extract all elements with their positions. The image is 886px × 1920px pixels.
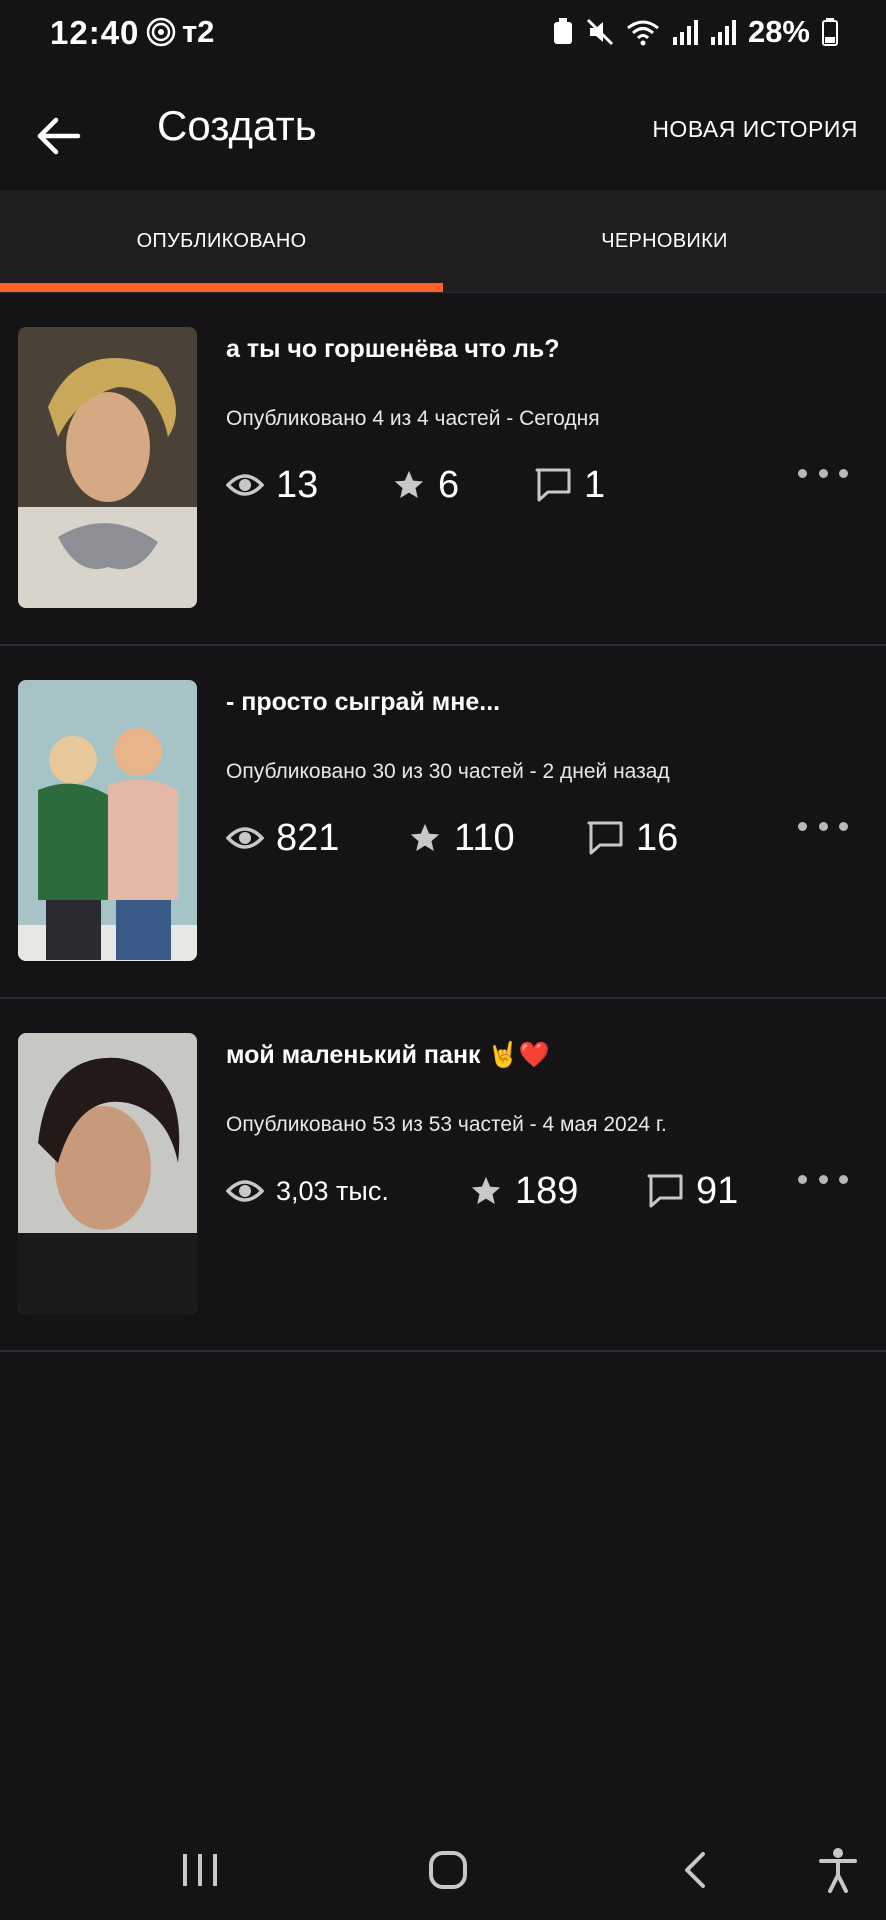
cover-image — [18, 680, 197, 961]
home-button[interactable] — [408, 1840, 488, 1900]
carrier-group: т2 — [146, 14, 214, 50]
comment-icon — [587, 821, 623, 855]
votes-count: 189 — [515, 1169, 579, 1212]
views-count: 3,03 тыс. — [276, 1175, 389, 1206]
new-story-button[interactable]: НОВАЯ ИСТОРИЯ — [652, 116, 858, 143]
back-nav-button[interactable] — [656, 1840, 736, 1900]
comment-icon — [647, 1174, 683, 1208]
status-bar: 12:40 т2 28% — [0, 0, 886, 70]
story-title[interactable]: а ты чо горшенёва что ль? — [226, 335, 560, 364]
comments-stat: 16 — [586, 808, 678, 868]
eye-icon — [226, 474, 264, 496]
mute-icon — [586, 18, 614, 46]
fingerprint-icon — [146, 17, 176, 47]
comments-count: 16 — [636, 816, 679, 859]
accessibility-button[interactable] — [798, 1840, 878, 1900]
story-cover[interactable] — [18, 327, 197, 608]
back-button[interactable] — [30, 106, 90, 166]
system-nav-bar — [0, 1820, 886, 1920]
votes-count: 110 — [454, 816, 515, 859]
story-stats: 3,03 тыс. 189 91 — [226, 1161, 806, 1221]
status-time: 12:40 — [50, 14, 140, 51]
cover-image — [18, 1033, 197, 1314]
more-dots-icon[interactable] — [798, 811, 848, 841]
cover-image — [18, 327, 197, 608]
arrow-back-icon — [37, 117, 81, 155]
views-stat: 3,03 тыс. — [226, 1161, 389, 1221]
tab-published[interactable]: ОПУБЛИКОВАНО — [0, 190, 443, 292]
comments-stat: 91 — [646, 1161, 738, 1221]
battery-icon — [822, 18, 838, 46]
votes-stat: 6 — [392, 455, 459, 515]
status-icons: 28% — [552, 14, 838, 50]
app-bar: Создать НОВАЯ ИСТОРИЯ — [0, 70, 886, 190]
page-title: Создать — [157, 102, 317, 149]
battery-saver-icon — [553, 18, 572, 44]
signal-icon-2 — [710, 20, 736, 45]
votes-count: 6 — [438, 463, 460, 506]
views-count: 13 — [276, 463, 319, 506]
story-meta: Опубликовано 4 из 4 частей - Сегодня — [226, 407, 600, 430]
comments-count: 1 — [584, 463, 606, 506]
more-dots-icon[interactable] — [798, 1164, 848, 1194]
tab-bar: ОПУБЛИКОВАНО ЧЕРНОВИКИ — [0, 190, 886, 292]
star-icon — [471, 1176, 501, 1205]
more-dots-icon[interactable] — [798, 458, 848, 488]
star-icon — [394, 470, 424, 499]
recent-apps-icon — [183, 1854, 217, 1886]
tab-drafts[interactable]: ЧЕРНОВИКИ — [443, 190, 886, 292]
story-cover[interactable] — [18, 1033, 197, 1314]
story-list: а ты чо горшенёва что ль? Опубликовано 4… — [0, 293, 886, 1352]
story-item[interactable]: - просто сыграй мне... Опубликовано 30 и… — [0, 646, 886, 999]
votes-stat: 110 — [408, 808, 515, 868]
accessibility-icon — [819, 1848, 857, 1893]
comment-icon — [535, 468, 571, 502]
story-stats: 821 110 16 — [226, 808, 806, 868]
wifi-icon — [627, 20, 659, 46]
home-icon — [429, 1851, 467, 1889]
story-meta: Опубликовано 53 из 53 частей - 4 мая 202… — [226, 1113, 667, 1136]
carrier-name: т2 — [182, 14, 215, 49]
active-tab-indicator — [0, 283, 443, 292]
views-count: 821 — [276, 816, 340, 859]
story-meta: Опубликовано 30 из 30 частей - 2 дней на… — [226, 760, 670, 783]
signal-icon — [672, 20, 698, 45]
chevron-left-icon — [685, 1852, 705, 1888]
story-title[interactable]: - просто сыграй мне... — [226, 688, 500, 717]
story-title[interactable]: мой маленький панк 🤘❤️ — [226, 1041, 550, 1070]
eye-icon — [226, 1180, 264, 1202]
story-cover[interactable] — [18, 680, 197, 961]
comments-stat: 1 — [534, 455, 605, 515]
views-stat: 821 — [226, 808, 339, 868]
story-item[interactable]: мой маленький панк 🤘❤️ Опубликовано 53 и… — [0, 999, 886, 1352]
story-item[interactable]: а ты чо горшенёва что ль? Опубликовано 4… — [0, 293, 886, 646]
battery-percent: 28% — [747, 14, 810, 49]
votes-stat: 189 — [469, 1161, 578, 1221]
star-icon — [410, 823, 440, 852]
views-stat: 13 — [226, 455, 318, 515]
comments-count: 91 — [696, 1169, 739, 1212]
story-stats: 13 6 1 — [226, 455, 806, 515]
eye-icon — [226, 827, 264, 849]
recent-apps-button[interactable] — [160, 1840, 240, 1900]
